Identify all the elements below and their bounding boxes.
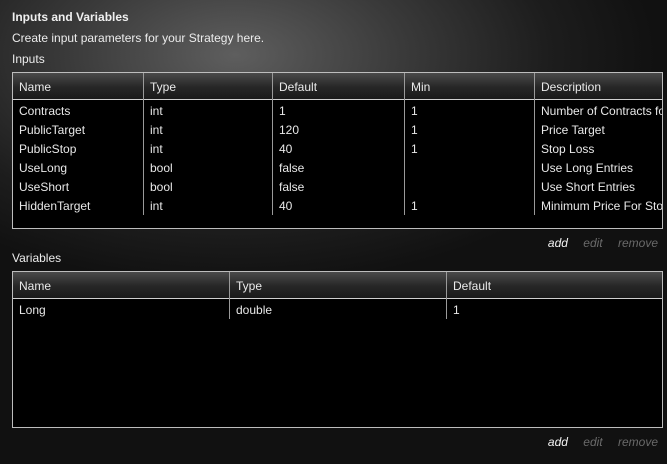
inputs-cell: UseLong (19, 161, 68, 175)
inputs-cell: Minimum Price For Stop (541, 199, 662, 213)
variables-grid-header: Name Type Default (13, 272, 662, 299)
inputs-cell: bool (150, 180, 173, 194)
inputs-row[interactable]: Contracts int 1 1 Number of Contracts for (13, 102, 662, 121)
inputs-row[interactable]: UseShort bool false Use Short Entries (13, 178, 662, 197)
variables-row[interactable]: Long double 1 (13, 301, 662, 320)
inputs-cell: int (150, 123, 163, 137)
inputs-cell: HiddenTarget (19, 199, 91, 213)
inputs-header-cell[interactable]: Default (273, 73, 405, 99)
inputs-cell: false (279, 161, 305, 175)
inputs-edit-button[interactable]: edit (583, 236, 602, 250)
variables-grid[interactable]: Name Type Default Long double 1 (12, 271, 663, 428)
inputs-grid-header: Name Type Default Min Description (13, 73, 662, 100)
variables-header-cell[interactable]: Default (447, 272, 662, 298)
inputs-cell: 1 (279, 104, 286, 118)
inputs-cell: int (150, 199, 163, 213)
inputs-cell: Stop Loss (541, 142, 595, 156)
inputs-header-cell[interactable]: Min (405, 73, 535, 99)
inputs-cell: Contracts (19, 104, 71, 118)
variables-remove-button[interactable]: remove (618, 435, 658, 449)
inputs-cell (405, 159, 535, 178)
inputs-remove-button[interactable]: remove (618, 236, 658, 250)
inputs-row[interactable]: PublicTarget int 120 1 Price Target (13, 121, 662, 140)
variables-label: Variables (12, 251, 62, 265)
inputs-cell: Use Long Entries (541, 161, 634, 175)
inputs-cell: Number of Contracts for (541, 104, 662, 118)
inputs-cell: 40 (279, 199, 293, 213)
inputs-cell: 1 (411, 123, 418, 137)
inputs-cell: bool (150, 161, 173, 175)
variables-add-button[interactable]: add (548, 435, 568, 449)
inputs-cell: 1 (411, 199, 418, 213)
variables-cell: Long (19, 303, 46, 317)
inputs-header-cell[interactable]: Name (13, 73, 144, 99)
inputs-header-cell[interactable]: Description (535, 73, 662, 99)
inputs-cell (405, 178, 535, 197)
inputs-cell: 120 (279, 123, 300, 137)
inputs-cell: 1 (411, 142, 418, 156)
inputs-cell: 1 (411, 104, 418, 118)
inputs-label: Inputs (12, 52, 45, 66)
variables-header-cell[interactable]: Type (230, 272, 447, 298)
inputs-row[interactable]: PublicStop int 40 1 Stop Loss (13, 140, 662, 159)
variables-actions: add edit remove (536, 435, 658, 449)
variables-cell: 1 (453, 303, 460, 317)
inputs-cell: int (150, 142, 163, 156)
inputs-cell: false (279, 180, 305, 194)
inputs-actions: add edit remove (536, 236, 658, 250)
inputs-row[interactable]: UseLong bool false Use Long Entries (13, 159, 662, 178)
variables-cell: double (236, 303, 273, 317)
panel-title: Inputs and Variables (12, 10, 129, 24)
panel-subtitle: Create input parameters for your Strateg… (12, 31, 265, 45)
variables-header-cell[interactable]: Name (13, 272, 230, 298)
inputs-cell: PublicTarget (19, 123, 86, 137)
inputs-add-button[interactable]: add (548, 236, 568, 250)
inputs-cell: Price Target (541, 123, 605, 137)
inputs-cell: 40 (279, 142, 293, 156)
inputs-grid[interactable]: Name Type Default Min Description Contracts i… (12, 72, 663, 229)
inputs-row[interactable]: HiddenTarget int 40 1 Minimum Price For Stop (13, 197, 662, 216)
inputs-cell: int (150, 104, 163, 118)
variables-edit-button[interactable]: edit (583, 435, 602, 449)
inputs-cell: PublicStop (19, 142, 77, 156)
inputs-header-cell[interactable]: Type (144, 73, 273, 99)
inputs-cell: Use Short Entries (541, 180, 636, 194)
inputs-cell: UseShort (19, 180, 70, 194)
